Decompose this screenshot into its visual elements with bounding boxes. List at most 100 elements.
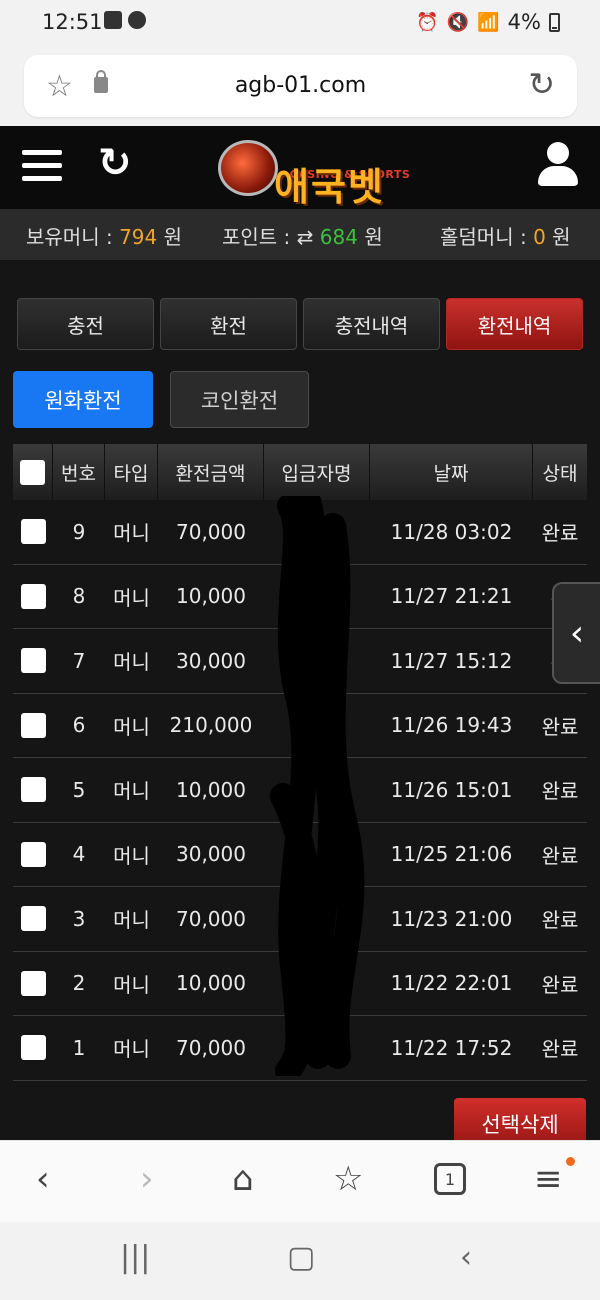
table-header: 번호 타입 환전금액 입금자명 날짜 상태	[13, 444, 587, 500]
sub-tabs: 원화환전 코인환전	[13, 371, 309, 428]
row-status: 완료	[541, 779, 579, 804]
address-bar[interactable]: ☆ agb-01.com ↻	[24, 55, 577, 117]
row-type: 머니	[113, 779, 150, 804]
row-checkbox[interactable]	[20, 906, 46, 932]
row-date: 11/23 21:00	[390, 906, 513, 931]
tab-krw-exchange[interactable]: 원화환전	[13, 371, 153, 428]
row-checkbox[interactable]	[20, 777, 46, 803]
row-number: 5	[72, 777, 86, 802]
row-date: 11/28 03:02	[390, 519, 513, 544]
chevron-left-icon: ‹	[569, 612, 585, 654]
tabs-icon[interactable]: 1	[434, 1163, 466, 1195]
forward-icon[interactable]: ›	[140, 1159, 154, 1199]
money-value: 794	[119, 225, 158, 249]
site-logo[interactable]: CASINO & SPORTS 애국벳	[218, 134, 410, 209]
header-number: 번호	[53, 444, 105, 500]
row-checkbox-cell	[13, 758, 53, 822]
row-date: 11/26 19:43	[390, 713, 513, 738]
row-checkbox-cell	[13, 565, 53, 629]
row-amount: 70,000	[176, 1035, 246, 1060]
row-number: 1	[72, 1035, 86, 1060]
row-date: 11/27 21:21	[390, 584, 513, 609]
bookmarks-icon[interactable]: ☆	[333, 1159, 363, 1199]
site-header: ↻ CASINO & SPORTS 애국벳	[0, 126, 600, 209]
url-text[interactable]: agb-01.com	[24, 73, 577, 98]
row-date: 11/27 15:12	[390, 648, 513, 673]
point-balance: 포인트 : ⇄ 684 원	[222, 225, 383, 249]
browser-menu-icon[interactable]: ≡	[534, 1159, 563, 1199]
row-checkbox[interactable]	[20, 648, 46, 674]
row-checkbox[interactable]	[20, 1035, 46, 1061]
menu-icon[interactable]	[22, 150, 62, 186]
row-date: 11/22 17:52	[390, 1035, 513, 1060]
row-number: 9	[72, 519, 86, 544]
user-icon[interactable]	[538, 142, 578, 186]
row-type: 머니	[113, 908, 150, 933]
row-amount: 210,000	[169, 713, 253, 738]
exchange-arrows-icon[interactable]: ⇄	[297, 225, 314, 249]
row-number: 8	[72, 584, 86, 609]
row-checkbox[interactable]	[20, 583, 46, 609]
row-checkbox-cell	[13, 952, 53, 1016]
balance-bar: 보유머니 : 794 원 포인트 : ⇄ 684 원 홀덤머니 : 0 원	[0, 209, 600, 260]
home-button-icon[interactable]: ▢	[287, 1240, 315, 1275]
tab-coin-exchange[interactable]: 코인환전	[170, 371, 309, 428]
battery-icon	[549, 12, 560, 32]
mute-icon: 🔇	[446, 11, 470, 33]
row-number: 2	[72, 971, 86, 996]
select-all-checkbox[interactable]	[20, 459, 45, 485]
row-amount: 70,000	[176, 906, 246, 931]
select-all-cell	[13, 444, 53, 500]
side-panel-toggle[interactable]: ‹	[552, 582, 600, 684]
status-bar: 12:51 ⏰ 🔇 📶 4%	[0, 0, 600, 46]
alarm-icon: ⏰	[416, 11, 439, 33]
system-back-icon[interactable]: ‹	[460, 1240, 472, 1275]
row-amount: 10,000	[176, 584, 246, 609]
redaction-scribble	[270, 496, 365, 1076]
row-type: 머니	[113, 585, 150, 610]
row-type: 머니	[113, 1037, 150, 1062]
back-icon[interactable]: ‹	[36, 1159, 50, 1199]
row-type: 머니	[113, 972, 150, 997]
logo-emblem	[218, 140, 278, 196]
row-amount: 70,000	[176, 519, 246, 544]
header-status: 상태	[542, 462, 578, 485]
row-status: 완료	[541, 1037, 579, 1062]
browser-toolbar: ‹ › ⌂ ☆ 1 ≡	[0, 1140, 600, 1222]
row-checkbox[interactable]	[20, 841, 46, 867]
header-type: 타입	[105, 444, 158, 500]
row-checkbox-cell	[13, 694, 53, 758]
web-page: ↻ CASINO & SPORTS 애국벳 보유머니 : 794 원 포인트 :…	[0, 126, 600, 1140]
row-type: 머니	[113, 843, 150, 868]
tab-charge[interactable]: 충전	[17, 298, 154, 350]
row-checkbox-cell	[13, 500, 53, 564]
tab-exchange-history[interactable]: 환전내역	[446, 298, 583, 350]
home-icon[interactable]: ⌂	[232, 1159, 254, 1199]
row-checkbox[interactable]	[20, 970, 46, 996]
holdem-value: 0	[533, 225, 546, 249]
tab-charge-history[interactable]: 충전내역	[303, 298, 440, 350]
tab-exchange[interactable]: 환전	[160, 298, 297, 350]
row-date: 11/25 21:06	[390, 842, 513, 867]
wifi-icon: 📶	[477, 11, 500, 33]
notification-dot	[566, 1157, 575, 1166]
logo-title: 애국벳	[274, 165, 385, 209]
row-status: 완료	[541, 908, 579, 933]
recent-apps-icon[interactable]: |||	[120, 1240, 150, 1275]
money-balance: 보유머니 : 794 원	[26, 225, 183, 249]
refresh-icon[interactable]: ↻	[98, 140, 132, 186]
system-nav-bar: ||| ▢ ‹	[0, 1222, 600, 1300]
row-number: 3	[72, 906, 86, 931]
row-date: 11/26 15:01	[390, 777, 513, 802]
delete-selected-button[interactable]: 선택삭제	[454, 1098, 586, 1140]
row-number: 6	[72, 713, 86, 738]
row-amount: 30,000	[176, 842, 246, 867]
row-amount: 10,000	[176, 777, 246, 802]
row-checkbox-cell	[13, 1016, 53, 1080]
row-checkbox[interactable]	[20, 712, 46, 738]
row-type: 머니	[113, 714, 150, 739]
reload-icon[interactable]: ↻	[528, 65, 555, 103]
row-checkbox[interactable]	[20, 519, 46, 545]
row-number: 7	[72, 648, 86, 673]
clock: 12:51	[42, 10, 103, 34]
